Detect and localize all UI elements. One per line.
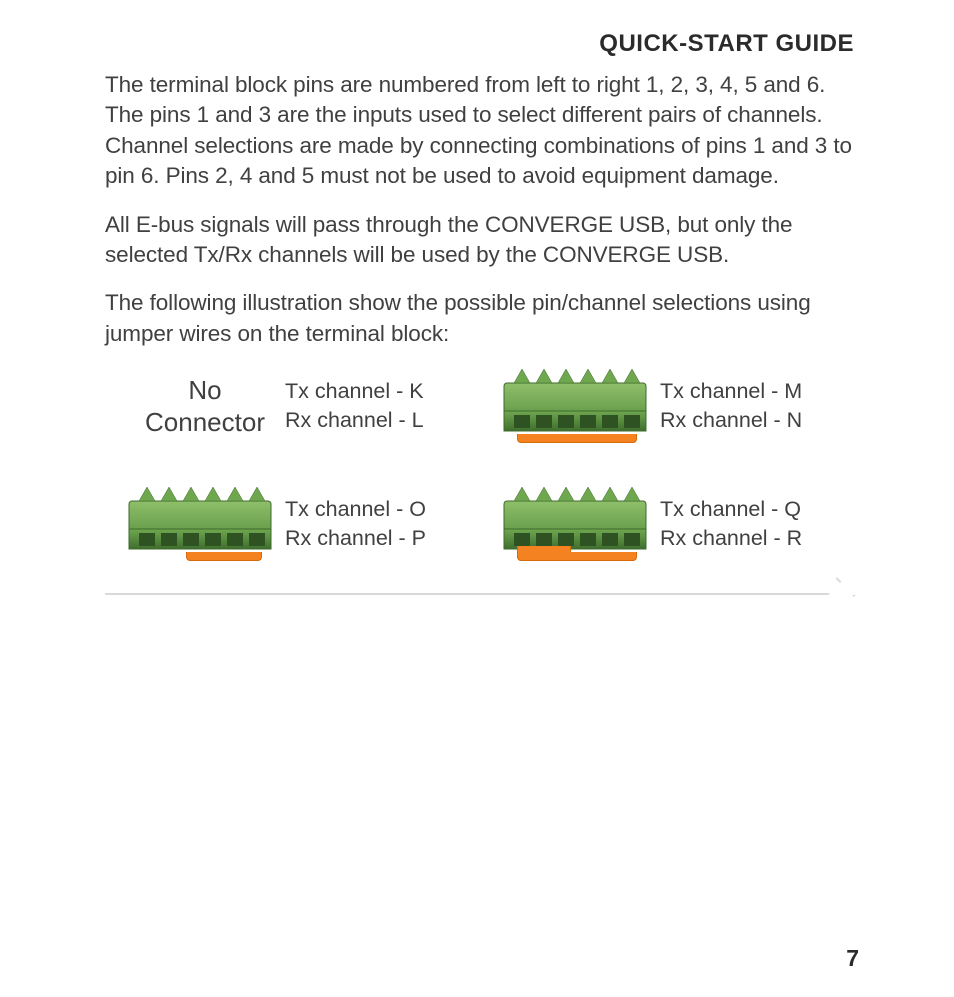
selection-labels: Tx channel - Q Rx channel - R [660,495,875,553]
tx-label: Tx channel - Q [660,495,875,524]
no-connector-line1: No [125,374,285,407]
tx-label: Tx channel - K [285,377,500,406]
no-connector-label: No Connector [125,374,285,439]
no-connector-line2: Connector [125,406,285,439]
tx-label: Tx channel - O [285,495,500,524]
connector-3-6 [125,485,275,563]
jumper-wire-1-6 [517,434,637,443]
selection-labels: Tx channel - O Rx channel - P [285,495,500,553]
section-divider [105,593,853,595]
divider-notch [836,559,874,597]
connector-1-3-6 [500,485,650,563]
page-number: 7 [846,945,859,972]
paragraph-3: The following illustration show the poss… [105,288,854,349]
rx-label: Rx channel - N [660,406,875,435]
rx-label: Rx channel - L [285,406,500,435]
selection-labels: Tx channel - M Rx channel - N [660,377,875,435]
selection-labels: Tx channel - K Rx channel - L [285,377,500,435]
paragraph-2: All E-bus signals will pass through the … [105,210,854,271]
jumper-wire-3-6 [186,552,262,561]
connector-1-6 [500,367,650,445]
selection-grid: No Connector Tx channel - K Rx channel -… [125,367,854,563]
page-heading: QUICK-START GUIDE [105,30,854,58]
rx-label: Rx channel - P [285,524,500,553]
paragraph-1: The terminal block pins are numbered fro… [105,70,854,192]
jumper-wire-1-6 [517,552,637,561]
rx-label: Rx channel - R [660,524,875,553]
tx-label: Tx channel - M [660,377,875,406]
